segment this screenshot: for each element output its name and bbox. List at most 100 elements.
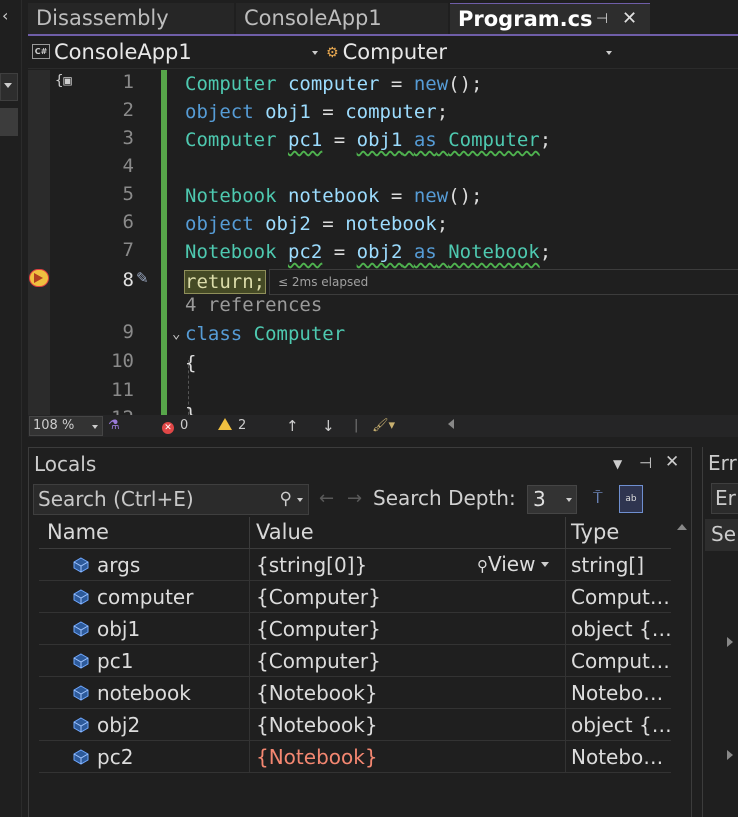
expand-arrow-icon[interactable] (727, 750, 733, 760)
arrow-down-icon[interactable]: ↓ (322, 417, 335, 435)
table-row[interactable]: notebook {Notebook} Notebo… (39, 677, 671, 709)
code-line-5: Notebook notebook = new(); (185, 185, 483, 207)
close-window-icon[interactable]: ✕ (665, 452, 679, 472)
local-name: pc1 (97, 649, 134, 673)
column-header-severity[interactable]: Se (705, 519, 738, 551)
code-line-9: class Computer (185, 323, 346, 345)
close-tab-icon[interactable]: ✕ (622, 4, 637, 34)
window-menu-chevron-icon[interactable]: ▼ (613, 457, 622, 471)
column-header-name[interactable]: Name (47, 520, 109, 544)
breakpoint-margin[interactable] (28, 70, 50, 415)
column-separator[interactable] (565, 517, 566, 549)
locals-window: Locals ▼ ⊣ ✕ Search (Ctrl+E) ⚲ ← → Searc… (28, 447, 692, 817)
local-name: computer (97, 585, 194, 609)
pencil-icon[interactable]: ✎ (136, 269, 149, 287)
tab-label: Program.cs (458, 7, 593, 31)
error-list-window: Err Er Se (702, 447, 738, 817)
local-value: {Notebook} (256, 713, 378, 737)
code-line-10: { (185, 352, 197, 374)
column-header-value[interactable]: Value (256, 520, 314, 544)
code-editor[interactable]: {▣ 1 2 3 4 5 6 7 8 9 10 11 12 ✎ ⌄ Comput… (28, 70, 738, 415)
panel-title: Err (708, 451, 737, 475)
scroll-left-icon[interactable] (448, 419, 454, 429)
chevron-left-icon[interactable]: ‹ (2, 6, 8, 25)
pin-tab-icon[interactable]: ⊣ (596, 4, 608, 34)
pin-source-icon[interactable]: ⍑ (593, 488, 603, 508)
code-line-2: object obj1 = computer; (185, 101, 449, 123)
variable-field-icon (73, 653, 89, 669)
local-value: {Computer} (256, 585, 381, 609)
search-back-icon[interactable]: ← (319, 488, 334, 509)
project-name: ConsoleApp1 (54, 40, 192, 64)
table-row[interactable]: pc1 {Computer} Comput… (39, 645, 671, 677)
type-dropdown[interactable]: ⚙ Computer (326, 39, 616, 67)
line-number: 1 (122, 71, 134, 93)
table-row[interactable]: computer {Computer} Comput… (39, 581, 671, 613)
line-number: 7 (122, 239, 134, 261)
tab-program-cs[interactable]: Program.cs ⊣ ✕ (450, 3, 650, 34)
tab-label: Disassembly (36, 6, 169, 30)
local-name: pc2 (97, 745, 134, 769)
error-count[interactable]: ✕ 0 (162, 417, 188, 435)
vertical-scrollbar[interactable] (675, 518, 689, 817)
table-row[interactable]: args {string[0]} ⚲View string[] (39, 549, 671, 581)
line-number: 9 (122, 321, 134, 343)
warning-icon (218, 418, 232, 430)
navigation-bar: C# ConsoleApp1 ⚙ Computer (28, 37, 738, 69)
view-visualizer-button[interactable]: ⚲View (477, 552, 550, 576)
chevron-down-icon[interactable] (297, 498, 303, 502)
warning-count[interactable]: 2 (218, 417, 246, 435)
tab-label: ConsoleApp1 (244, 6, 382, 30)
collapse-chevron-icon[interactable]: ⌄ (172, 326, 180, 342)
hex-display-toggle-icon[interactable]: ab (619, 485, 643, 513)
codelens-references[interactable]: 4 references (185, 294, 322, 316)
search-depth-dropdown[interactable]: 3 (527, 485, 577, 514)
local-value: {Notebook} (256, 681, 378, 705)
tab-disassembly[interactable]: Disassembly (28, 3, 234, 34)
zoom-dropdown[interactable]: 108 % (29, 416, 103, 436)
panel-splitter[interactable] (28, 437, 738, 447)
table-row[interactable]: obj1 {Computer} object {… (39, 613, 671, 645)
error-icon: ✕ (162, 422, 174, 434)
table-row[interactable]: obj2 {Notebook} object {… (39, 709, 671, 741)
column-header-type[interactable]: Type (571, 520, 619, 544)
search-placeholder: Search (Ctrl+E) (38, 487, 194, 511)
local-name: obj1 (97, 617, 141, 641)
chevron-down-icon (4, 83, 12, 88)
line-number: 12 (88, 407, 134, 415)
line-number: 4 (122, 155, 134, 177)
search-icon: ⚲ (279, 489, 292, 509)
project-dropdown[interactable]: C# ConsoleApp1 (32, 39, 322, 67)
line-number: 10 (111, 350, 134, 372)
document-tab-bar: Disassembly ConsoleApp1 Program.cs ⊣ ✕ (28, 0, 738, 36)
scroll-up-icon[interactable] (677, 524, 687, 530)
copilot-icon[interactable]: ⚗ (108, 417, 120, 435)
table-row[interactable]: pc2 {Notebook} Notebo… (39, 741, 671, 773)
code-line-6: object obj2 = notebook; (185, 213, 449, 235)
error-list-filter-dropdown[interactable]: Er (711, 483, 738, 514)
class-icon: ⚙ (326, 44, 339, 61)
cleanup-brush-icon[interactable]: 🖌▾ (372, 417, 395, 435)
variable-field-icon (73, 557, 89, 573)
line-number: 5 (122, 183, 134, 205)
perf-tip-elapsed[interactable]: ≤ 2ms elapsed (269, 269, 738, 295)
tab-consoleapp1[interactable]: ConsoleApp1 (236, 3, 448, 34)
line-number: 3 (122, 127, 134, 149)
local-value: {Computer} (256, 617, 381, 641)
left-tool-strip: ‹ (0, 0, 22, 817)
locals-search-input[interactable]: Search (Ctrl+E) ⚲ (33, 484, 309, 515)
breakpoint-current-statement-icon[interactable] (29, 269, 49, 287)
arrow-up-icon[interactable]: ↑ (286, 417, 299, 435)
zoom-level: 108 % (33, 418, 75, 433)
local-type: string[] (571, 553, 645, 577)
csharp-project-icon: C# (32, 44, 50, 59)
expand-arrow-icon[interactable] (727, 637, 733, 647)
column-separator[interactable] (249, 517, 250, 549)
left-dropdown[interactable] (0, 73, 18, 101)
variable-field-icon (73, 749, 89, 765)
variable-field-icon (73, 685, 89, 701)
type-name: Computer (342, 40, 447, 64)
search-forward-icon[interactable]: → (347, 488, 362, 509)
pin-window-icon[interactable]: ⊣ (639, 454, 652, 472)
local-type: Notebo… (571, 681, 664, 705)
